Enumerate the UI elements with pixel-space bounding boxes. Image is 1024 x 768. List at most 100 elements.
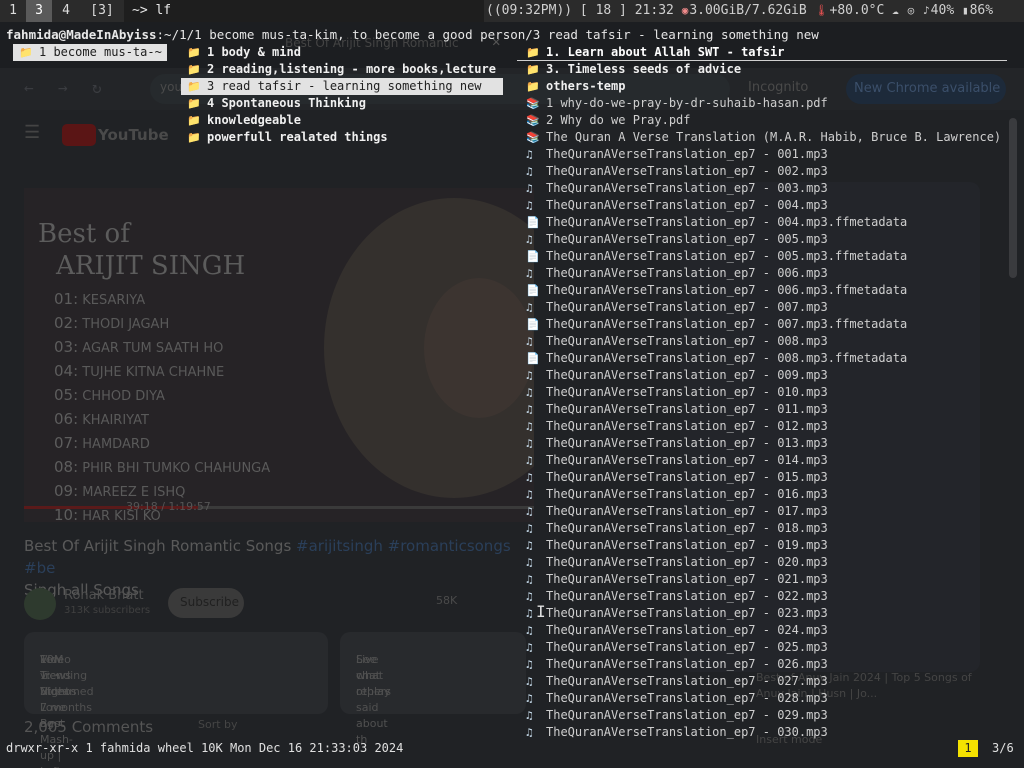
music-note-icon: ♫ <box>526 182 533 195</box>
file-row[interactable]: ♫ TheQuranAVerseTranslation_ep7 - 029.mp3 <box>517 707 1007 724</box>
folder-icon: 📁 <box>187 97 201 110</box>
list-item-selected[interactable]: 📁 3 read tafsir - learning something new <box>181 78 503 95</box>
file-row[interactable]: ♫ TheQuranAVerseTranslation_ep7 - 016.mp3 <box>517 486 1007 503</box>
file-row[interactable]: ♫ TheQuranAVerseTranslation_ep7 - 007.mp3 <box>517 299 1007 316</box>
file-row[interactable]: ♫ TheQuranAVerseTranslation_ep7 - 021.mp3 <box>517 571 1007 588</box>
temperature-text: +80.0°C <box>829 3 885 18</box>
folder-row[interactable]: 📁 others-temp <box>517 78 1007 95</box>
list-item[interactable]: 📁 4 Spontaneous Thinking <box>181 95 503 112</box>
music-note-icon: ♫ <box>526 641 533 654</box>
file-name: TheQuranAVerseTranslation_ep7 - 014.mp3 <box>546 453 828 467</box>
file-name: others-temp <box>546 79 626 93</box>
music-note-icon: ♫ <box>526 709 533 722</box>
file-row[interactable]: ♫ TheQuranAVerseTranslation_ep7 - 002.mp3 <box>517 163 1007 180</box>
file-row[interactable]: ♫ TheQuranAVerseTranslation_ep7 - 009.mp3 <box>517 367 1007 384</box>
file-row[interactable]: ♫ TheQuranAVerseTranslation_ep7 - 025.mp3 <box>517 639 1007 656</box>
file-row[interactable]: ♫ TheQuranAVerseTranslation_ep7 - 012.mp3 <box>517 418 1007 435</box>
file-row[interactable]: ♫ TheQuranAVerseTranslation_ep7 - 023.mp3 <box>517 605 1007 622</box>
list-item[interactable]: 📁 1 become mus-ta-~ <box>13 44 167 61</box>
memory-icon: ◉ <box>681 4 689 17</box>
file-name: 1 why-do-we-pray-by-dr-suhaib-hasan.pdf <box>546 96 828 110</box>
workspace-1[interactable]: 1 <box>0 0 26 22</box>
music-note-icon: ♫ <box>526 539 533 552</box>
folder-icon: 📁 <box>187 63 201 76</box>
document-icon: 📄 <box>526 216 540 229</box>
file-row[interactable]: 📄 TheQuranAVerseTranslation_ep7 - 008.mp3… <box>517 350 1007 367</box>
music-note-icon: ♫ <box>526 488 533 501</box>
window-title: ~> lf <box>124 0 484 22</box>
file-name: TheQuranAVerseTranslation_ep7 - 015.mp3 <box>546 470 828 484</box>
lf-preview-column: 📁 1. Learn about Allah SWT - tafsir 📁 3. Ti… <box>517 44 1007 741</box>
list-item[interactable]: 📁 1 body & mind <box>181 44 503 61</box>
file-name: TheQuranAVerseTranslation_ep7 - 019.mp3 <box>546 538 828 552</box>
file-name: 1. Learn about Allah SWT - tafsir <box>546 45 785 59</box>
memory-text: 3.00GiB/7.62GiB <box>689 3 807 18</box>
file-name: TheQuranAVerseTranslation_ep7 - 005.mp3 <box>546 232 828 246</box>
file-name: TheQuranAVerseTranslation_ep7 - 022.mp3 <box>546 589 828 603</box>
file-row[interactable]: ♫ TheQuranAVerseTranslation_ep7 - 027.mp3 <box>517 673 1007 690</box>
music-note-icon: ♫ <box>526 692 533 705</box>
network-icon[interactable]: ☁ <box>892 0 899 22</box>
music-note-icon: ♫ <box>526 267 533 280</box>
file-row[interactable]: ♫ TheQuranAVerseTranslation_ep7 - 010.mp3 <box>517 384 1007 401</box>
list-item[interactable]: 📁 knowledgeable <box>181 112 503 129</box>
file-row[interactable]: ♫ TheQuranAVerseTranslation_ep7 - 019.mp3 <box>517 537 1007 554</box>
folder-icon: 📁 <box>187 114 201 127</box>
globe-icon[interactable]: ◎ <box>908 0 915 22</box>
workspace-4[interactable]: 4 <box>52 0 80 22</box>
file-row[interactable]: ♫ TheQuranAVerseTranslation_ep7 - 001.mp3 <box>517 146 1007 163</box>
file-row[interactable]: ♫ TheQuranAVerseTranslation_ep7 - 026.mp3 <box>517 656 1007 673</box>
file-row[interactable]: ♫ TheQuranAVerseTranslation_ep7 - 008.mp3 <box>517 333 1007 350</box>
music-note-icon: ♫ <box>526 420 533 433</box>
file-row[interactable]: 📚 2 Why do we Pray.pdf <box>517 112 1007 129</box>
file-row[interactable]: ♫ TheQuranAVerseTranslation_ep7 - 015.mp3 <box>517 469 1007 486</box>
folder-icon: 📁 <box>526 46 540 59</box>
speaker-icon[interactable]: ♪ <box>923 0 930 22</box>
book-icon: 📚 <box>526 97 540 110</box>
clock-text: 21:32 <box>634 3 674 18</box>
file-row[interactable]: 📄 TheQuranAVerseTranslation_ep7 - 006.mp3… <box>517 282 1007 299</box>
file-row[interactable]: 📄 TheQuranAVerseTranslation_ep7 - 004.mp3… <box>517 214 1007 231</box>
file-row[interactable]: ♫ TheQuranAVerseTranslation_ep7 - 022.mp3 <box>517 588 1007 605</box>
file-name: TheQuranAVerseTranslation_ep7 - 013.mp3 <box>546 436 828 450</box>
list-item[interactable]: 📁 2 reading,listening - more books,lectur… <box>181 61 503 78</box>
folder-row[interactable]: 📁 1. Learn about Allah SWT - tafsir <box>517 44 1007 61</box>
text-cursor-icon: I <box>536 602 546 621</box>
file-row[interactable]: ♫ TheQuranAVerseTranslation_ep7 - 028.mp3 <box>517 690 1007 707</box>
music-note-icon: ♫ <box>526 471 533 484</box>
workspace-layout-indicator[interactable]: [3] <box>80 0 124 22</box>
file-name: TheQuranAVerseTranslation_ep7 - 001.mp3 <box>546 147 828 161</box>
file-row[interactable]: ♫ TheQuranAVerseTranslation_ep7 - 030.mp3 <box>517 724 1007 741</box>
file-row[interactable]: ♫ TheQuranAVerseTranslation_ep7 - 017.mp3 <box>517 503 1007 520</box>
volume-text: 40% <box>930 3 955 18</box>
list-item[interactable]: 📁 powerfull realated things <box>181 129 503 146</box>
file-row[interactable]: ♫ TheQuranAVerseTranslation_ep7 - 014.mp3 <box>517 452 1007 469</box>
file-row[interactable]: ♫ TheQuranAVerseTranslation_ep7 - 005.mp3 <box>517 231 1007 248</box>
status-bar: 1 3 4 [3] ~> lf ((09:32PM)) [ 18 ] 21:32… <box>0 0 1024 22</box>
workspace-3[interactable]: 3 <box>26 0 52 22</box>
file-name: TheQuranAVerseTranslation_ep7 - 008.mp3 <box>546 334 828 348</box>
file-row[interactable]: ♫ TheQuranAVerseTranslation_ep7 - 006.mp3 <box>517 265 1007 282</box>
file-row[interactable]: 📄 TheQuranAVerseTranslation_ep7 - 005.mp3… <box>517 248 1007 265</box>
file-row[interactable]: ♫ TheQuranAVerseTranslation_ep7 - 024.mp3 <box>517 622 1007 639</box>
file-name: TheQuranAVerseTranslation_ep7 - 011.mp3 <box>546 402 828 416</box>
file-row[interactable]: ♫ TheQuranAVerseTranslation_ep7 - 018.mp3 <box>517 520 1007 537</box>
file-row[interactable]: 📚 The Quran A Verse Translation (M.A.R. H… <box>517 129 1007 146</box>
file-row[interactable]: 📚 1 why-do-we-pray-by-dr-suhaib-hasan.pdf <box>517 95 1007 112</box>
file-row[interactable]: 📄 TheQuranAVerseTranslation_ep7 - 007.mp3… <box>517 316 1007 333</box>
file-row[interactable]: ♫ TheQuranAVerseTranslation_ep7 - 020.mp3 <box>517 554 1007 571</box>
scrollbar[interactable] <box>1009 118 1017 278</box>
lf-terminal[interactable]: fahmida@MadeInAbyiss:~/1/1 become mus-ta… <box>0 22 1024 768</box>
file-name: The Quran A Verse Translation (M.A.R. Ha… <box>546 130 1007 144</box>
file-row[interactable]: ♫ TheQuranAVerseTranslation_ep7 - 003.mp3 <box>517 180 1007 197</box>
file-row[interactable]: ♫ TheQuranAVerseTranslation_ep7 - 013.mp3 <box>517 435 1007 452</box>
music-note-icon: ♫ <box>526 556 533 569</box>
file-name: TheQuranAVerseTranslation_ep7 - 027.mp3 <box>546 674 828 688</box>
lf-status-line: drwxr-xr-x 1 fahmida wheel 10K Mon Dec 1… <box>6 741 404 755</box>
folder-row[interactable]: 📁 3. Timeless seeds of advice <box>517 61 1007 78</box>
file-name: TheQuranAVerseTranslation_ep7 - 029.mp3 <box>546 708 828 722</box>
file-row[interactable]: ♫ TheQuranAVerseTranslation_ep7 - 011.mp3 <box>517 401 1007 418</box>
file-name: TheQuranAVerseTranslation_ep7 - 003.mp3 <box>546 181 828 195</box>
file-row[interactable]: ♫ TheQuranAVerseTranslation_ep7 - 004.mp3 <box>517 197 1007 214</box>
prompt-user: fahmida@MadeInAbyiss <box>6 27 157 42</box>
